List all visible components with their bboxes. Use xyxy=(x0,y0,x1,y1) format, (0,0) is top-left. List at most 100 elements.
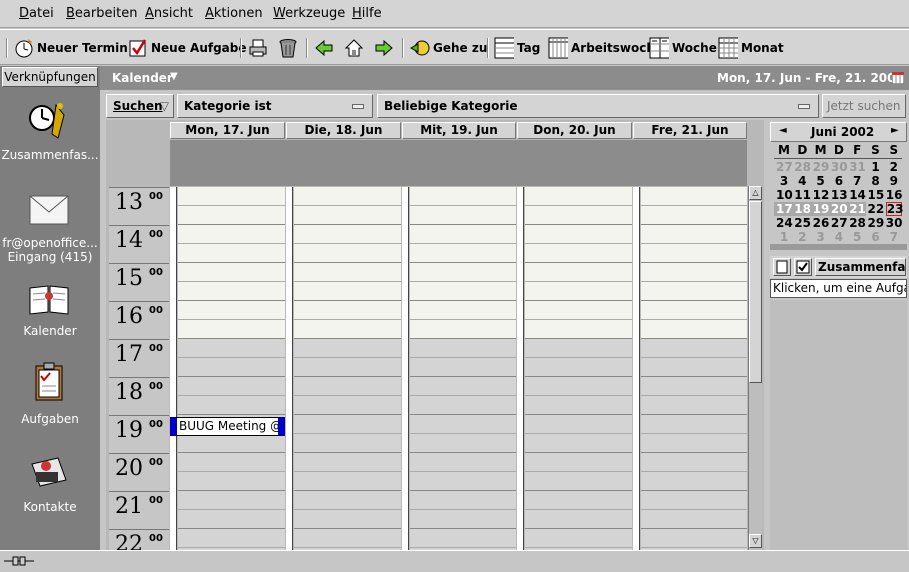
mini-calendar-day[interactable]: 6 xyxy=(868,230,884,244)
time-slot[interactable] xyxy=(294,415,401,434)
time-slot[interactable] xyxy=(641,491,747,510)
time-slot[interactable] xyxy=(525,301,632,320)
time-slot[interactable] xyxy=(294,358,401,377)
time-slot[interactable] xyxy=(641,396,747,415)
mini-calendar-day[interactable]: 16 xyxy=(886,188,903,202)
mini-calendar-day[interactable]: 6 xyxy=(831,174,847,188)
time-slot[interactable] xyxy=(641,453,747,472)
time-slot[interactable] xyxy=(525,244,632,263)
time-slot[interactable] xyxy=(410,453,516,472)
time-slot[interactable] xyxy=(410,434,516,453)
event-buug-meeting[interactable]: BUUG Meeting @ xyxy=(170,417,285,436)
time-slot[interactable] xyxy=(294,263,401,282)
mini-calendar-day[interactable]: 27 xyxy=(831,216,848,230)
shortcut-summary[interactable]: Zusammenfas... xyxy=(0,148,100,162)
time-slot[interactable] xyxy=(525,377,632,396)
new-task-button[interactable]: Neue Aufgabe xyxy=(128,35,247,61)
time-slot[interactable] xyxy=(178,434,285,453)
time-slot[interactable] xyxy=(525,415,632,434)
time-slot[interactable] xyxy=(178,510,285,529)
time-slot[interactable] xyxy=(178,206,285,225)
mini-calendar-day[interactable]: 24 xyxy=(776,216,793,230)
chevron-down-icon[interactable]: ▼ xyxy=(170,71,178,82)
all-day-area[interactable] xyxy=(170,140,747,186)
day-header[interactable]: Die, 18. Jun xyxy=(286,122,401,139)
time-slot[interactable] xyxy=(410,472,516,491)
time-slot[interactable] xyxy=(178,472,285,491)
next-button[interactable] xyxy=(374,35,394,61)
shortcut-tasks[interactable]: Aufgaben xyxy=(0,412,100,426)
task-type-column[interactable] xyxy=(773,258,791,276)
time-slot[interactable] xyxy=(641,301,747,320)
week-view-button[interactable]: Woche xyxy=(649,35,717,61)
day-view-button[interactable]: Tag xyxy=(494,35,540,61)
day-header[interactable]: Fre, 21. Jun xyxy=(633,122,747,139)
time-slot[interactable] xyxy=(410,510,516,529)
time-slot[interactable] xyxy=(641,206,747,225)
mini-calendar-day[interactable]: 9 xyxy=(886,174,902,188)
menu-hilfe[interactable]: Hilfe xyxy=(352,6,382,21)
scroll-thumb[interactable] xyxy=(749,201,762,383)
mini-calendar-day[interactable]: 4 xyxy=(831,230,847,244)
scroll-down-icon[interactable]: ▽ xyxy=(749,534,762,548)
menu-aktionen[interactable]: Aktionen xyxy=(205,6,263,21)
tasks-icon[interactable] xyxy=(28,362,70,402)
time-slot[interactable] xyxy=(525,263,632,282)
search-criteria-select[interactable]: Kategorie ist xyxy=(177,94,373,118)
time-slot[interactable] xyxy=(525,339,632,358)
time-slot[interactable] xyxy=(410,396,516,415)
today-button[interactable] xyxy=(344,35,364,61)
time-slot[interactable] xyxy=(178,244,285,263)
delete-button[interactable] xyxy=(278,35,298,61)
time-slot[interactable] xyxy=(294,244,401,263)
menu-bearbeiten[interactable]: Bearbeiten xyxy=(66,6,137,21)
summary-icon[interactable] xyxy=(28,100,70,140)
time-slot[interactable] xyxy=(294,320,401,339)
time-slot[interactable] xyxy=(178,282,285,301)
day-header[interactable]: Mit, 19. Jun xyxy=(402,122,516,139)
time-slot[interactable] xyxy=(410,282,516,301)
time-slot[interactable] xyxy=(410,301,516,320)
mini-calendar-day[interactable]: 1 xyxy=(868,160,884,174)
mini-calendar-day[interactable]: 7 xyxy=(849,174,865,188)
time-slot[interactable] xyxy=(410,263,516,282)
time-slot[interactable] xyxy=(294,301,401,320)
new-task-input[interactable]: Klicken, um eine Aufgab xyxy=(770,279,907,298)
month-view-button[interactable]: Monat xyxy=(718,35,784,61)
time-slot[interactable] xyxy=(410,415,516,434)
time-slot[interactable] xyxy=(410,339,516,358)
time-slot[interactable] xyxy=(525,529,632,548)
calendar-icon[interactable] xyxy=(28,278,70,318)
mini-calendar-day[interactable]: 22 xyxy=(868,202,885,216)
mini-calendar-day[interactable]: 21 xyxy=(849,202,866,216)
shortcut-inbox[interactable]: fr@openoffice... Eingang (415) xyxy=(0,236,100,264)
time-slot[interactable] xyxy=(641,282,747,301)
print-button[interactable] xyxy=(248,35,268,61)
search-now-button[interactable]: Jetzt suchen xyxy=(822,94,906,118)
time-slot[interactable] xyxy=(525,491,632,510)
mini-calendar-day[interactable]: 23 xyxy=(885,202,904,216)
time-slot[interactable] xyxy=(525,453,632,472)
mini-calendar-day[interactable]: 3 xyxy=(776,174,792,188)
mini-calendar-day[interactable]: 5 xyxy=(849,230,865,244)
time-slot[interactable] xyxy=(641,415,747,434)
mini-calendar-day[interactable]: 30 xyxy=(831,160,848,174)
time-slot[interactable] xyxy=(641,339,747,358)
time-slot[interactable] xyxy=(410,206,516,225)
time-slot[interactable] xyxy=(294,472,401,491)
time-slot[interactable] xyxy=(178,529,285,548)
mini-calendar-day[interactable]: 4 xyxy=(794,174,810,188)
shortcut-contacts[interactable]: Kontakte xyxy=(0,500,100,514)
time-slot[interactable] xyxy=(410,187,516,206)
next-month-icon[interactable]: ► xyxy=(891,125,899,136)
mail-icon[interactable] xyxy=(28,190,70,230)
time-slot[interactable] xyxy=(525,225,632,244)
time-slot[interactable] xyxy=(294,529,401,548)
mini-calendar-day[interactable]: 11 xyxy=(794,188,811,202)
time-slot[interactable] xyxy=(294,187,401,206)
mini-calendar-day[interactable]: 30 xyxy=(886,216,903,230)
menu-datei[interactable]: Datei xyxy=(19,6,54,21)
time-slot[interactable] xyxy=(410,529,516,548)
vertical-scrollbar[interactable]: △ ▽ xyxy=(748,186,762,550)
time-slot[interactable] xyxy=(641,187,747,206)
